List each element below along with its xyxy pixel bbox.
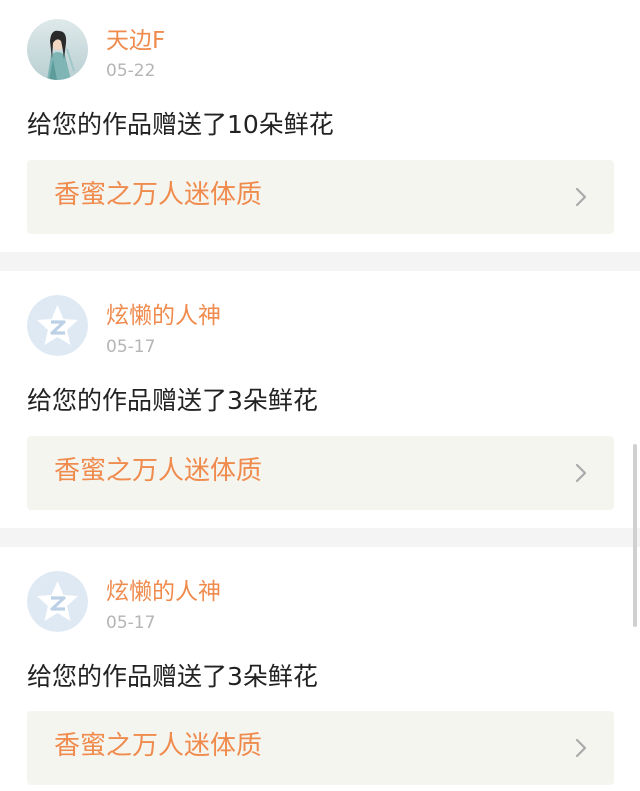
scrollbar[interactable] [633, 444, 637, 627]
work-link[interactable]: 香蜜之万人迷体质 [27, 436, 614, 510]
default-z-avatar-icon [27, 571, 88, 632]
timestamp: 05-22 [106, 61, 156, 81]
gift-message: 给您的作品赠送了10朵鲜花 [27, 110, 334, 139]
timestamp: 05-17 [106, 613, 156, 633]
work-title: 香蜜之万人迷体质 [54, 731, 263, 761]
avatar[interactable] [27, 19, 88, 80]
gift-notification-2: 炫懒的人神 05-17 给您的作品赠送了3朵鲜花 香蜜之万人迷体质 [0, 271, 640, 528]
avatar[interactable] [27, 295, 88, 356]
chevron-right-icon [575, 738, 587, 758]
work-link[interactable]: 香蜜之万人迷体质 [27, 711, 614, 785]
timestamp: 05-17 [106, 337, 156, 357]
separator [0, 252, 640, 271]
gift-message: 给您的作品赠送了3朵鲜花 [27, 662, 318, 691]
separator [0, 528, 640, 547]
character-portrait-icon [27, 19, 88, 80]
default-z-avatar-icon [27, 295, 88, 356]
user-name[interactable]: 炫懒的人神 [106, 581, 221, 604]
user-name[interactable]: 炫懒的人神 [106, 305, 221, 328]
avatar[interactable] [27, 571, 88, 632]
gift-notification-1: 天边F 05-22 给您的作品赠送了10朵鲜花 香蜜之万人迷体质 [0, 0, 640, 252]
work-link[interactable]: 香蜜之万人迷体质 [27, 160, 614, 234]
user-name[interactable]: 天边F [106, 30, 165, 53]
work-title: 香蜜之万人迷体质 [54, 456, 263, 486]
chevron-right-icon [575, 187, 587, 207]
work-title: 香蜜之万人迷体质 [54, 180, 263, 210]
gift-notification-3: 炫懒的人神 05-17 给您的作品赠送了3朵鲜花 香蜜之万人迷体质 [0, 547, 640, 791]
chevron-right-icon [575, 463, 587, 483]
gift-message: 给您的作品赠送了3朵鲜花 [27, 386, 318, 415]
